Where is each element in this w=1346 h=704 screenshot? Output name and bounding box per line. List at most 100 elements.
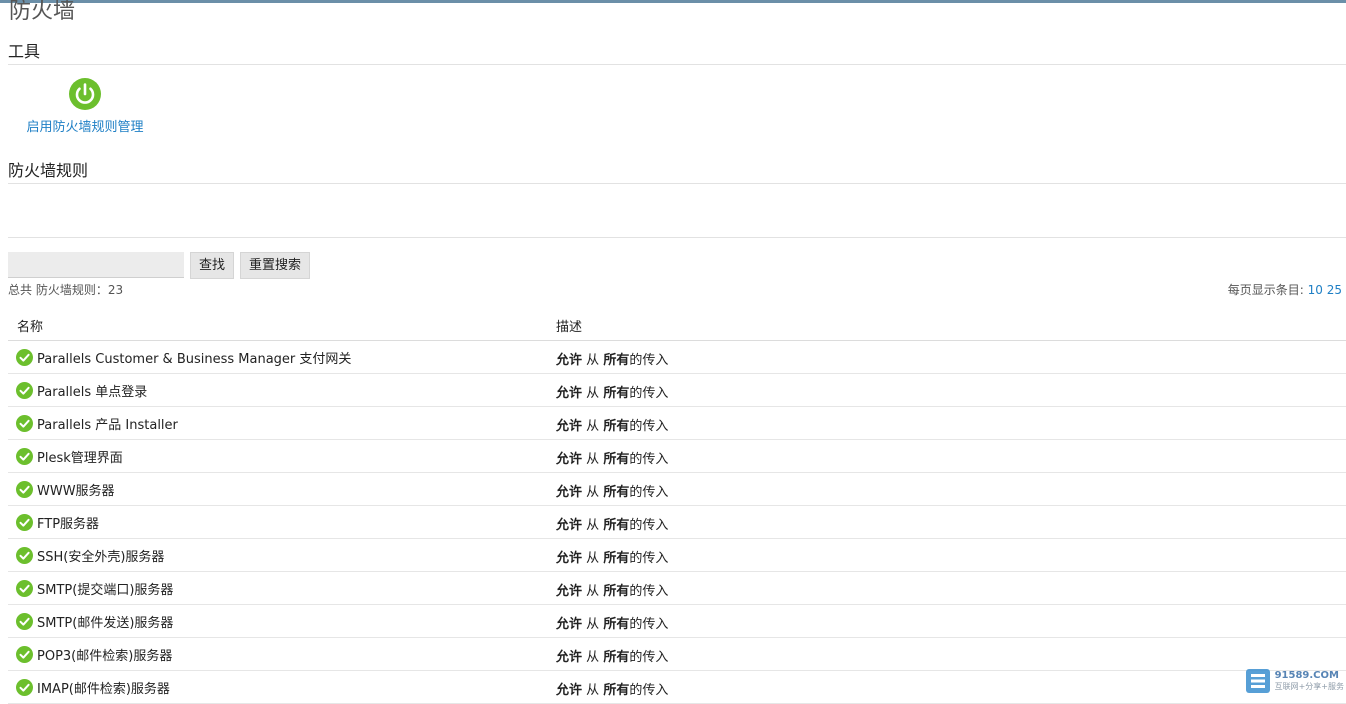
rule-direction: 的传入 (629, 650, 669, 665)
rule-direction: 的传入 (629, 452, 669, 467)
search-input[interactable] (8, 252, 184, 278)
rule-name[interactable]: SSH(安全外壳)服务器 (37, 546, 164, 565)
rule-source: 所有 (603, 419, 630, 434)
reset-search-button[interactable]: 重置搜索 (240, 252, 311, 279)
check-circle-icon (16, 382, 33, 399)
table-row: POP3(邮件检索)服务器 允许 从 所有的传入 (8, 638, 1346, 671)
check-circle-icon (16, 349, 33, 366)
rule-name[interactable]: Plesk管理界面 (37, 447, 123, 466)
rule-name-cell: Parallels 单点登录 (16, 381, 147, 400)
power-icon (69, 78, 101, 110)
rule-description: 允许 从 所有的传入 (556, 547, 668, 566)
rule-direction: 的传入 (629, 386, 669, 401)
table-row: WWW服务器 允许 从 所有的传入 (8, 473, 1346, 506)
top-accent-bar (0, 0, 1346, 3)
rule-from: 从 (586, 650, 600, 665)
check-circle-icon (16, 481, 33, 498)
rule-action: 允许 (556, 551, 583, 566)
per-page-selector: 每页显示条目: 10 25 (1228, 281, 1342, 298)
rule-from: 从 (586, 353, 600, 368)
per-page-option-10[interactable]: 10 (1308, 283, 1323, 297)
rule-source: 所有 (603, 551, 630, 566)
table-row: FTP服务器 允许 从 所有的传入 (8, 506, 1346, 539)
rule-source: 所有 (603, 650, 630, 665)
table-row: Parallels 产品 Installer 允许 从 所有的传入 (8, 407, 1346, 440)
rule-name-cell: Parallels 产品 Installer (16, 414, 178, 433)
rule-from: 从 (586, 617, 600, 632)
rule-name-cell: Plesk管理界面 (16, 447, 123, 466)
check-circle-icon (16, 679, 33, 696)
table-row: SMTP(邮件发送)服务器 允许 从 所有的传入 (8, 605, 1346, 638)
rule-name-cell: IMAP(邮件检索)服务器 (16, 678, 170, 697)
rule-from: 从 (586, 551, 600, 566)
rule-from: 从 (586, 386, 600, 401)
rule-name[interactable]: SMTP(邮件发送)服务器 (37, 612, 173, 631)
rule-direction: 的传入 (629, 419, 669, 434)
check-circle-icon (16, 415, 33, 432)
rule-name-cell: FTP服务器 (16, 513, 99, 532)
rule-action: 允许 (556, 353, 583, 368)
rule-description: 允许 从 所有的传入 (556, 448, 668, 467)
enable-firewall-label[interactable]: 启用防火墙规则管理 (20, 116, 150, 135)
rule-source: 所有 (603, 584, 630, 599)
rule-source: 所有 (603, 518, 630, 533)
rule-source: 所有 (603, 452, 630, 467)
rule-from: 从 (586, 584, 600, 599)
rule-name[interactable]: Parallels Customer & Business Manager 支付… (37, 348, 351, 367)
rule-description: 允许 从 所有的传入 (556, 382, 668, 401)
column-header-name[interactable]: 名称 (17, 316, 43, 335)
rule-name-cell: WWW服务器 (16, 480, 115, 499)
rule-name-cell: SMTP(提交端口)服务器 (16, 579, 173, 598)
total-count: 总共 防火墙规则：23 (8, 283, 124, 297)
rules-divider (8, 183, 1346, 184)
check-circle-icon (16, 547, 33, 564)
rule-direction: 的传入 (629, 353, 669, 368)
tools-divider (8, 64, 1346, 65)
check-circle-icon (16, 646, 33, 663)
check-circle-icon (16, 448, 33, 465)
watermark-domain: 91589.COM (1274, 670, 1339, 681)
rule-action: 允许 (556, 584, 583, 599)
rule-direction: 的传入 (629, 485, 669, 500)
rule-action: 允许 (556, 518, 583, 533)
column-header-description: 描述 (556, 320, 583, 335)
enable-firewall-tool[interactable]: 启用防火墙规则管理 (20, 78, 150, 135)
rule-source: 所有 (603, 353, 630, 368)
per-page-option-25[interactable]: 25 (1327, 283, 1342, 297)
tools-heading: 工具 (8, 42, 41, 61)
table-row: Parallels Customer & Business Manager 支付… (8, 341, 1346, 374)
rule-action: 允许 (556, 485, 583, 500)
page-title: 防火墙 (9, 0, 76, 24)
find-button[interactable]: 查找 (190, 252, 235, 279)
rule-name[interactable]: POP3(邮件检索)服务器 (37, 645, 172, 664)
table-row: Parallels 单点登录 允许 从 所有的传入 (8, 374, 1346, 407)
rule-name[interactable]: Parallels 单点登录 (37, 381, 147, 400)
rule-name-cell: SSH(安全外壳)服务器 (16, 546, 164, 565)
rule-name[interactable]: FTP服务器 (37, 513, 99, 532)
rule-from: 从 (586, 419, 600, 434)
watermark-subtitle: 互联网+分享+服务 (1274, 682, 1344, 691)
rule-name-cell: SMTP(邮件发送)服务器 (16, 612, 173, 631)
rule-direction: 的传入 (629, 551, 669, 566)
table-row: SMTP(提交端口)服务器 允许 从 所有的传入 (8, 572, 1346, 605)
rule-name-cell: Parallels Customer & Business Manager 支付… (16, 348, 351, 367)
rule-description: 允许 从 所有的传入 (556, 481, 668, 500)
rule-description: 允许 从 所有的传入 (556, 613, 668, 632)
rule-name[interactable]: Parallels 产品 Installer (37, 414, 178, 433)
rule-source: 所有 (603, 386, 630, 401)
rule-name[interactable]: WWW服务器 (37, 480, 115, 499)
rule-direction: 的传入 (629, 584, 669, 599)
rule-source: 所有 (603, 617, 630, 632)
rule-description: 允许 从 所有的传入 (556, 415, 668, 434)
rules-heading: 防火墙规则 (8, 161, 89, 180)
rule-name[interactable]: IMAP(邮件检索)服务器 (37, 678, 170, 697)
rule-source: 所有 (603, 485, 630, 500)
rule-direction: 的传入 (629, 518, 669, 533)
rule-action: 允许 (556, 386, 583, 401)
rule-direction: 的传入 (629, 617, 669, 632)
rule-from: 从 (586, 518, 600, 533)
rule-description: 允许 从 所有的传入 (556, 349, 668, 368)
table-row: SSH(安全外壳)服务器 允许 从 所有的传入 (8, 539, 1346, 572)
rule-action: 允许 (556, 650, 583, 665)
rule-name[interactable]: SMTP(提交端口)服务器 (37, 579, 173, 598)
